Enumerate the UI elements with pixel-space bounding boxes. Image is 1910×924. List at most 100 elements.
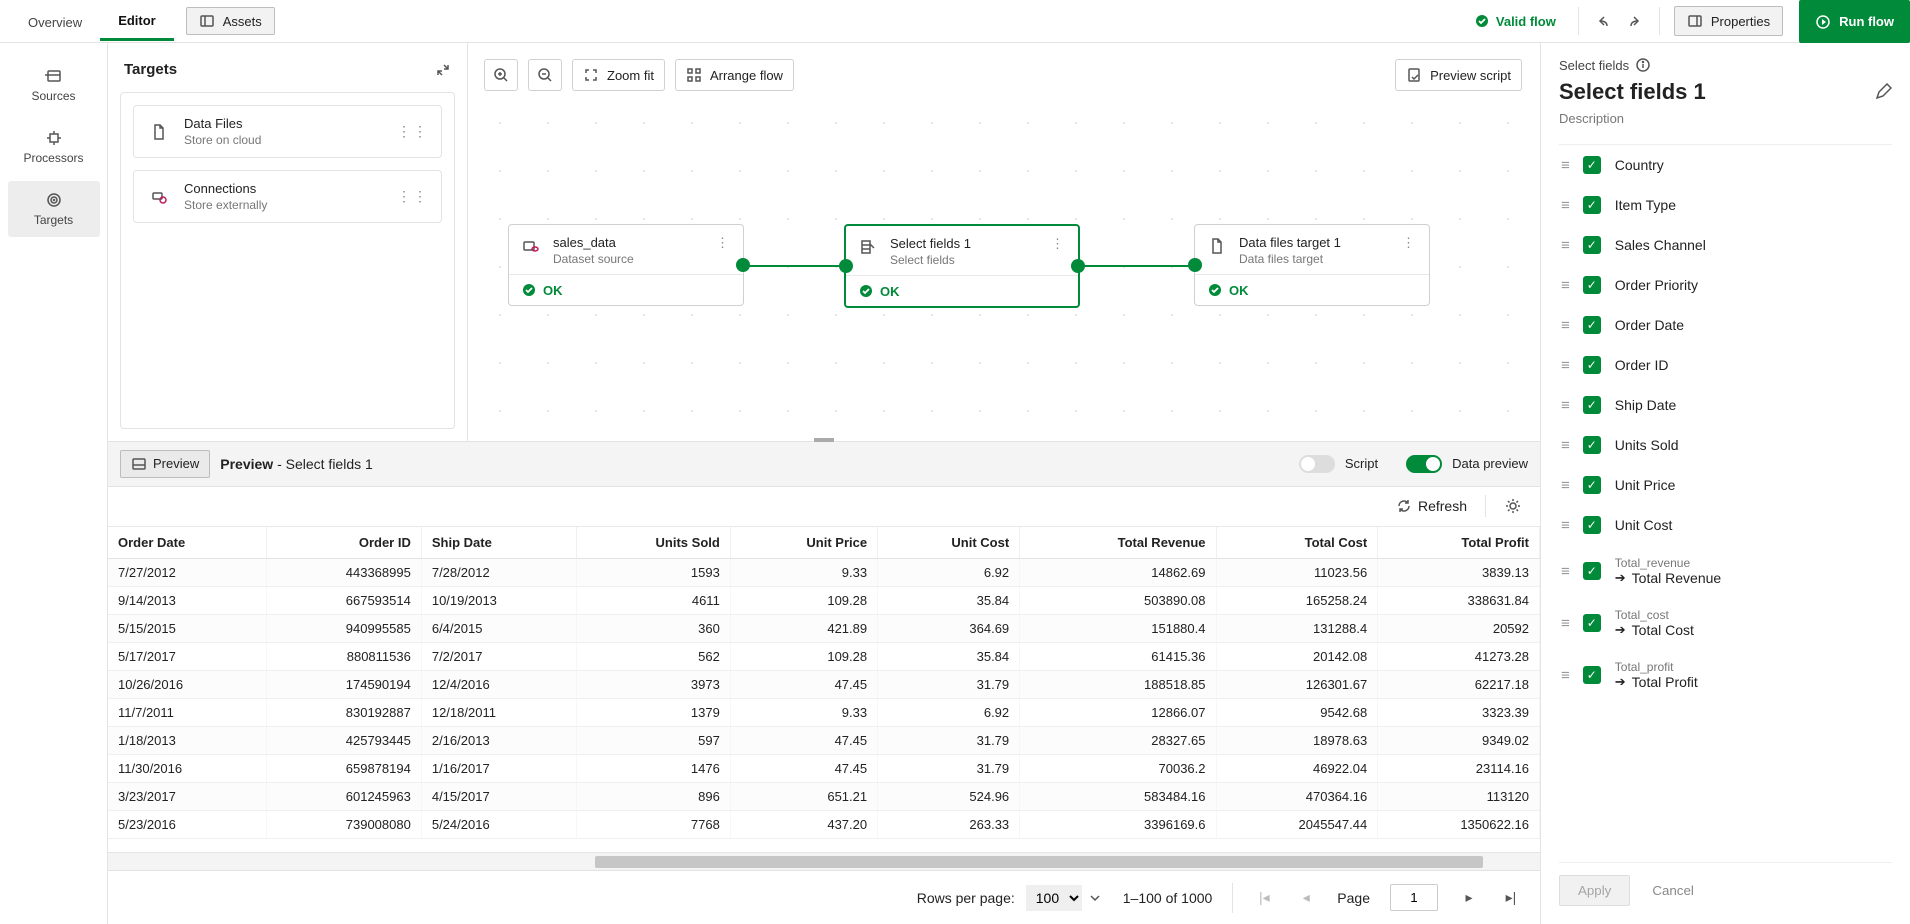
preview-script-button[interactable]: Preview script	[1395, 59, 1522, 91]
field-checkbox[interactable]: ✓	[1583, 562, 1601, 580]
node-menu-icon[interactable]: ⋮	[1047, 236, 1068, 252]
zoom-fit-button[interactable]: Zoom fit	[572, 59, 665, 91]
output-port[interactable]	[736, 258, 750, 272]
last-page-button[interactable]: ▸|	[1500, 889, 1522, 906]
field-checkbox[interactable]: ✓	[1583, 316, 1601, 334]
column-header[interactable]: Order Date	[108, 527, 266, 559]
field-item[interactable]: ≡✓Item Type	[1559, 185, 1886, 225]
target-card-connections[interactable]: Connections Store externally ⋮⋮	[133, 170, 442, 223]
field-item[interactable]: ≡✓Order ID	[1559, 345, 1886, 385]
drag-handle-icon[interactable]: ⋮⋮	[397, 123, 429, 140]
first-page-button[interactable]: |◂	[1253, 889, 1275, 906]
field-item[interactable]: ≡✓Total_profit➔Total Profit	[1559, 649, 1886, 701]
resize-handle[interactable]	[814, 438, 834, 442]
flow-canvas[interactable]: Zoom fit Arrange flow Preview script sal…	[468, 43, 1540, 441]
field-item[interactable]: ≡✓Order Date	[1559, 305, 1886, 345]
drag-handle-icon[interactable]: ≡	[1561, 615, 1569, 632]
node-menu-icon[interactable]: ⋮	[712, 235, 733, 251]
drag-handle-icon[interactable]: ≡	[1561, 157, 1569, 174]
drag-handle-icon[interactable]: ≡	[1561, 517, 1569, 534]
field-checkbox[interactable]: ✓	[1583, 356, 1601, 374]
drag-handle-icon[interactable]: ≡	[1561, 563, 1569, 580]
field-item[interactable]: ≡✓Units Sold	[1559, 425, 1886, 465]
field-checkbox[interactable]: ✓	[1583, 666, 1601, 684]
field-checkbox[interactable]: ✓	[1583, 196, 1601, 214]
table-row[interactable]: 5/17/20178808115367/2/2017562109.2835.84…	[108, 642, 1540, 670]
nav-processors[interactable]: Processors	[8, 119, 100, 175]
field-item[interactable]: ≡✓Country	[1559, 145, 1886, 185]
field-item[interactable]: ≡✓Ship Date	[1559, 385, 1886, 425]
field-checkbox[interactable]: ✓	[1583, 156, 1601, 174]
drag-handle-icon[interactable]: ≡	[1561, 357, 1569, 374]
field-checkbox[interactable]: ✓	[1583, 396, 1601, 414]
collapse-icon[interactable]	[435, 62, 451, 78]
table-row[interactable]: 3/23/20176012459634/15/2017896651.21524.…	[108, 782, 1540, 810]
drag-handle-icon[interactable]: ≡	[1561, 477, 1569, 494]
table-row[interactable]: 5/15/20159409955856/4/2015360421.89364.6…	[108, 614, 1540, 642]
field-item[interactable]: ≡✓Unit Price	[1559, 465, 1886, 505]
apply-button[interactable]: Apply	[1559, 875, 1630, 906]
nav-targets[interactable]: Targets	[8, 181, 100, 237]
nav-sources[interactable]: Sources	[8, 57, 100, 113]
drag-handle-icon[interactable]: ≡	[1561, 237, 1569, 254]
node-sales-data[interactable]: sales_dataDataset source ⋮ OK	[508, 224, 744, 306]
script-toggle[interactable]	[1299, 455, 1335, 473]
edit-icon[interactable]	[1874, 83, 1892, 101]
tab-overview[interactable]: Overview	[10, 3, 100, 40]
field-item[interactable]: ≡✓Sales Channel	[1559, 225, 1886, 265]
field-checkbox[interactable]: ✓	[1583, 436, 1601, 454]
field-item[interactable]: ≡✓Unit Cost	[1559, 505, 1886, 545]
column-header[interactable]: Total Revenue	[1020, 527, 1216, 559]
arrange-flow-button[interactable]: Arrange flow	[675, 59, 794, 91]
column-header[interactable]: Ship Date	[421, 527, 576, 559]
prev-page-button[interactable]: ◂	[1295, 889, 1317, 906]
data-preview-toggle[interactable]	[1406, 455, 1442, 473]
field-item[interactable]: ≡✓Total_cost➔Total Cost	[1559, 597, 1886, 649]
cancel-button[interactable]: Cancel	[1648, 875, 1698, 906]
table-row[interactable]: 1/18/20134257934452/16/201359747.4531.79…	[108, 726, 1540, 754]
output-port[interactable]	[1071, 259, 1085, 273]
assets-button[interactable]: Assets	[186, 7, 275, 35]
zoom-out-button[interactable]	[528, 59, 562, 91]
column-header[interactable]: Total Cost	[1216, 527, 1378, 559]
node-menu-icon[interactable]: ⋮	[1398, 235, 1419, 251]
table-row[interactable]: 11/30/20166598781941/16/2017147647.4531.…	[108, 754, 1540, 782]
next-page-button[interactable]: ▸	[1458, 889, 1480, 906]
field-checkbox[interactable]: ✓	[1583, 516, 1601, 534]
info-icon[interactable]	[1635, 57, 1651, 73]
undo-button[interactable]	[1585, 6, 1619, 36]
table-row[interactable]: 7/27/20124433689957/28/201215939.336.921…	[108, 558, 1540, 586]
horizontal-scrollbar[interactable]	[108, 852, 1540, 870]
table-row[interactable]: 10/26/201617459019412/4/2016397347.4531.…	[108, 670, 1540, 698]
redo-button[interactable]	[1619, 6, 1653, 36]
settings-icon[interactable]	[1504, 497, 1522, 515]
drag-handle-icon[interactable]: ≡	[1561, 437, 1569, 454]
tab-editor[interactable]: Editor	[100, 1, 174, 41]
node-select-fields[interactable]: Select fields 1Select fields ⋮ OK	[844, 224, 1080, 308]
field-checkbox[interactable]: ✓	[1583, 236, 1601, 254]
refresh-button[interactable]: Refresh	[1396, 498, 1467, 514]
column-header[interactable]: Order ID	[266, 527, 421, 559]
field-checkbox[interactable]: ✓	[1583, 276, 1601, 294]
drag-handle-icon[interactable]: ≡	[1561, 277, 1569, 294]
preview-toggle-button[interactable]: Preview	[120, 450, 210, 478]
table-row[interactable]: 11/7/201183019288712/18/201113799.336.92…	[108, 698, 1540, 726]
input-port[interactable]	[839, 259, 853, 273]
input-port[interactable]	[1188, 258, 1202, 272]
table-row[interactable]: 9/14/201366759351410/19/20134611109.2835…	[108, 586, 1540, 614]
rows-per-page-select[interactable]: 100	[1025, 884, 1083, 912]
field-checkbox[interactable]: ✓	[1583, 614, 1601, 632]
properties-button[interactable]: Properties	[1674, 6, 1783, 36]
drag-handle-icon[interactable]: ≡	[1561, 197, 1569, 214]
zoom-in-button[interactable]	[484, 59, 518, 91]
drag-handle-icon[interactable]: ⋮⋮	[397, 188, 429, 205]
drag-handle-icon[interactable]: ≡	[1561, 317, 1569, 334]
target-card-data-files[interactable]: Data Files Store on cloud ⋮⋮	[133, 105, 442, 158]
drag-handle-icon[interactable]: ≡	[1561, 667, 1569, 684]
field-item[interactable]: ≡✓Total_revenue➔Total Revenue	[1559, 545, 1886, 597]
table-row[interactable]: 5/23/20167390080805/24/20167768437.20263…	[108, 810, 1540, 838]
page-input[interactable]	[1390, 884, 1438, 911]
column-header[interactable]: Unit Price	[730, 527, 877, 559]
column-header[interactable]: Total Profit	[1378, 527, 1540, 559]
field-item[interactable]: ≡✓Order Priority	[1559, 265, 1886, 305]
